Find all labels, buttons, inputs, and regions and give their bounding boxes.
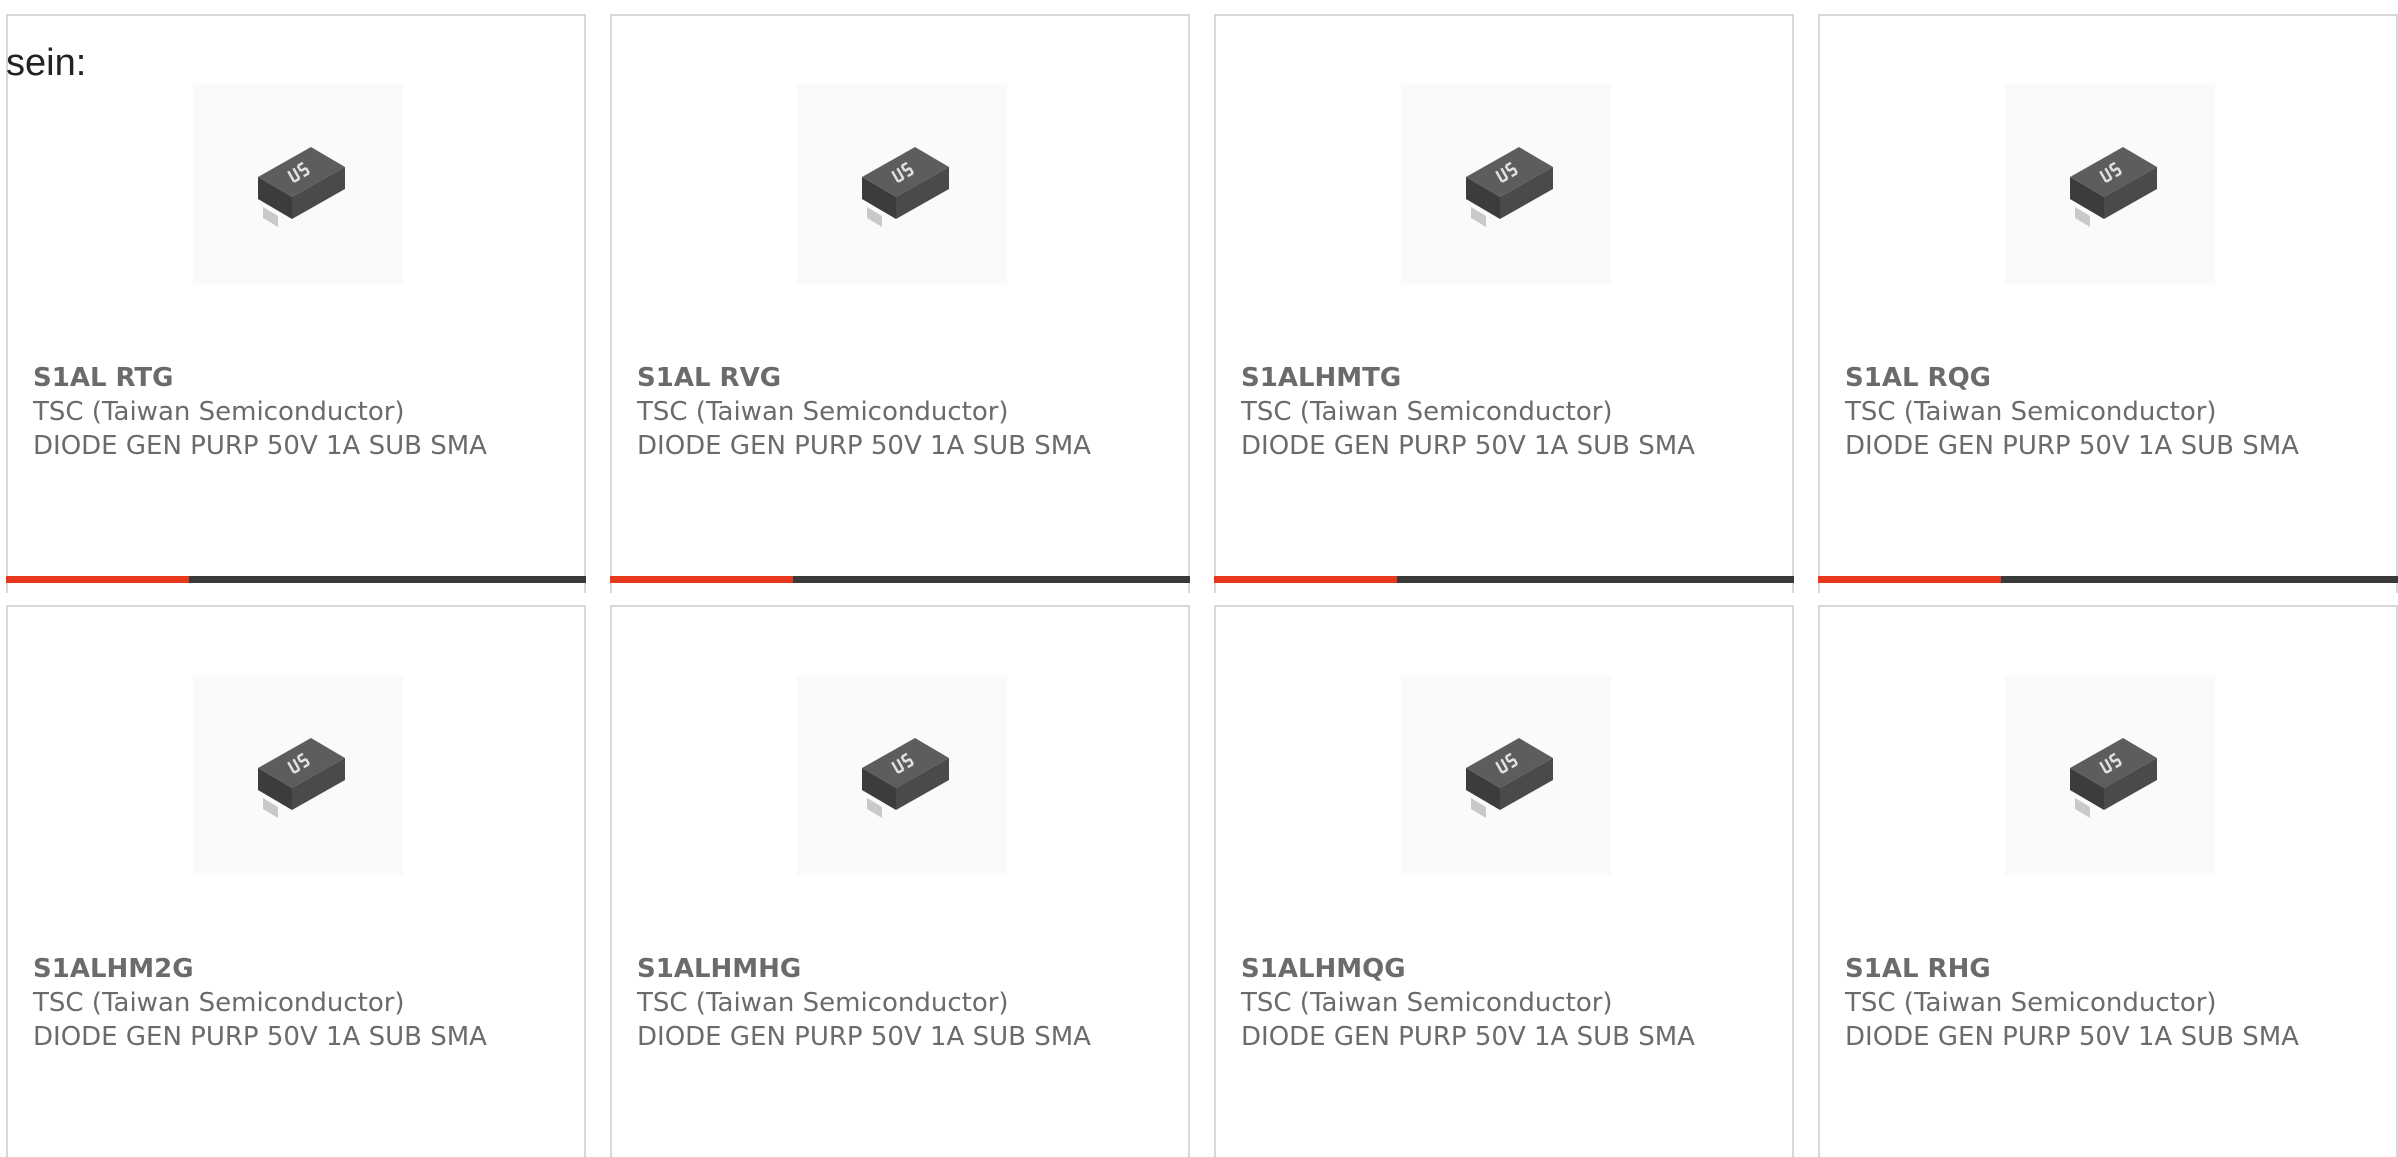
product-card[interactable]: S1ALHMHG TSC (Taiwan Semiconductor) DIOD… xyxy=(610,605,1190,1157)
product-card[interactable]: S1ALHMQG TSC (Taiwan Semiconductor) DIOD… xyxy=(1214,605,1794,1157)
product-image[interactable] xyxy=(193,675,403,875)
product-image[interactable] xyxy=(2005,84,2215,284)
product-description: DIODE GEN PURP 50V 1A SUB SMA xyxy=(1845,1022,2299,1052)
product-image[interactable] xyxy=(1401,675,1611,875)
card-bottom-bar xyxy=(1214,576,1794,583)
product-info: S1ALHMQG TSC (Taiwan Semiconductor) DIOD… xyxy=(1241,952,1761,1054)
product-manufacturer: TSC (Taiwan Semiconductor) xyxy=(33,397,405,427)
product-description: DIODE GEN PURP 50V 1A SUB SMA xyxy=(33,431,487,461)
product-manufacturer: TSC (Taiwan Semiconductor) xyxy=(637,397,1009,427)
sma-diode-package-icon xyxy=(837,710,967,840)
sma-diode-package-icon xyxy=(1441,710,1571,840)
product-image[interactable] xyxy=(1401,84,1611,284)
product-description: DIODE GEN PURP 50V 1A SUB SMA xyxy=(637,1022,1091,1052)
product-card[interactable]: S1AL RTG TSC (Taiwan Semiconductor) DIOD… xyxy=(6,14,586,593)
sma-diode-package-icon xyxy=(837,119,967,249)
intro-text: sein: xyxy=(6,42,87,84)
product-manufacturer: TSC (Taiwan Semiconductor) xyxy=(637,988,1009,1018)
product-description: DIODE GEN PURP 50V 1A SUB SMA xyxy=(1845,431,2299,461)
product-part-number[interactable]: S1AL RVG xyxy=(637,361,1157,395)
sma-diode-package-icon xyxy=(2045,710,2175,840)
product-part-number[interactable]: S1AL RQG xyxy=(1845,361,2365,395)
product-part-number[interactable]: S1ALHMHG xyxy=(637,952,1157,986)
product-info: S1ALHMTG TSC (Taiwan Semiconductor) DIOD… xyxy=(1241,361,1761,463)
card-accent-bar xyxy=(1214,576,1397,583)
card-bottom-bar xyxy=(610,576,1190,583)
product-part-number[interactable]: S1AL RHG xyxy=(1845,952,2365,986)
product-part-number[interactable]: S1AL RTG xyxy=(33,361,553,395)
product-card[interactable]: S1AL RQG TSC (Taiwan Semiconductor) DIOD… xyxy=(1818,14,2398,593)
product-card[interactable]: S1ALHMTG TSC (Taiwan Semiconductor) DIOD… xyxy=(1214,14,1794,593)
product-manufacturer: TSC (Taiwan Semiconductor) xyxy=(1845,397,2217,427)
product-part-number[interactable]: S1ALHM2G xyxy=(33,952,553,986)
sma-diode-package-icon xyxy=(2045,119,2175,249)
product-image[interactable] xyxy=(797,84,1007,284)
card-accent-bar xyxy=(6,576,189,583)
product-image[interactable] xyxy=(2005,675,2215,875)
product-part-number[interactable]: S1ALHMQG xyxy=(1241,952,1761,986)
product-grid: S1AL RTG TSC (Taiwan Semiconductor) DIOD… xyxy=(6,14,2398,1157)
product-info: S1AL RVG TSC (Taiwan Semiconductor) DIOD… xyxy=(637,361,1157,463)
product-info: S1ALHMHG TSC (Taiwan Semiconductor) DIOD… xyxy=(637,952,1157,1054)
product-info: S1AL RTG TSC (Taiwan Semiconductor) DIOD… xyxy=(33,361,553,463)
product-card[interactable]: S1AL RVG TSC (Taiwan Semiconductor) DIOD… xyxy=(610,14,1190,593)
product-info: S1AL RQG TSC (Taiwan Semiconductor) DIOD… xyxy=(1845,361,2365,463)
sma-diode-package-icon xyxy=(233,710,363,840)
card-bottom-bar xyxy=(6,576,586,583)
product-manufacturer: TSC (Taiwan Semiconductor) xyxy=(1241,988,1613,1018)
page: sein: S1AL RTG TSC (Taiwan Semiconductor… xyxy=(0,0,2398,1157)
product-description: DIODE GEN PURP 50V 1A SUB SMA xyxy=(637,431,1091,461)
card-bottom-bar xyxy=(1818,576,2398,583)
card-accent-bar xyxy=(1818,576,2001,583)
product-manufacturer: TSC (Taiwan Semiconductor) xyxy=(1845,988,2217,1018)
product-info: S1ALHM2G TSC (Taiwan Semiconductor) DIOD… xyxy=(33,952,553,1054)
product-manufacturer: TSC (Taiwan Semiconductor) xyxy=(33,988,405,1018)
product-part-number[interactable]: S1ALHMTG xyxy=(1241,361,1761,395)
product-description: DIODE GEN PURP 50V 1A SUB SMA xyxy=(1241,1022,1695,1052)
product-card[interactable]: S1ALHM2G TSC (Taiwan Semiconductor) DIOD… xyxy=(6,605,586,1157)
product-description: DIODE GEN PURP 50V 1A SUB SMA xyxy=(33,1022,487,1052)
product-manufacturer: TSC (Taiwan Semiconductor) xyxy=(1241,397,1613,427)
sma-diode-package-icon xyxy=(1441,119,1571,249)
product-card[interactable]: S1AL RHG TSC (Taiwan Semiconductor) DIOD… xyxy=(1818,605,2398,1157)
product-image[interactable] xyxy=(193,84,403,284)
product-description: DIODE GEN PURP 50V 1A SUB SMA xyxy=(1241,431,1695,461)
product-image[interactable] xyxy=(797,675,1007,875)
product-info: S1AL RHG TSC (Taiwan Semiconductor) DIOD… xyxy=(1845,952,2365,1054)
card-accent-bar xyxy=(610,576,793,583)
sma-diode-package-icon xyxy=(233,119,363,249)
